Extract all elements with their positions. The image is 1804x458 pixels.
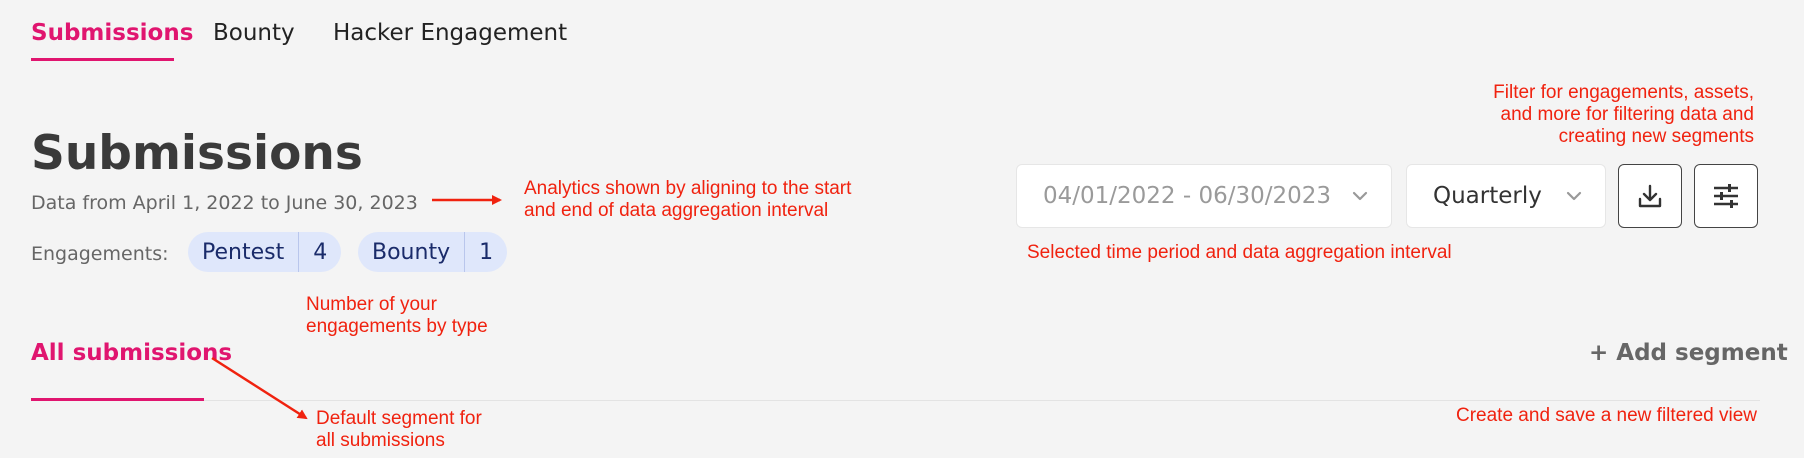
annotation-selected-period: Selected time period and data aggregatio… [1027,242,1452,263]
annotation-engagements: Number of your engagements by type [306,294,488,337]
annotation-analytics: Analytics shown by aligning to the start… [524,178,852,221]
arrow-default-segment [211,356,308,420]
annotation-default-segment: Default segment for all submissions [316,408,482,451]
annotation-arrows [211,195,502,420]
annotation-filter: Filter for engagements, assets, and more… [1493,82,1754,147]
annotation-create-view: Create and save a new filtered view [1456,405,1757,426]
